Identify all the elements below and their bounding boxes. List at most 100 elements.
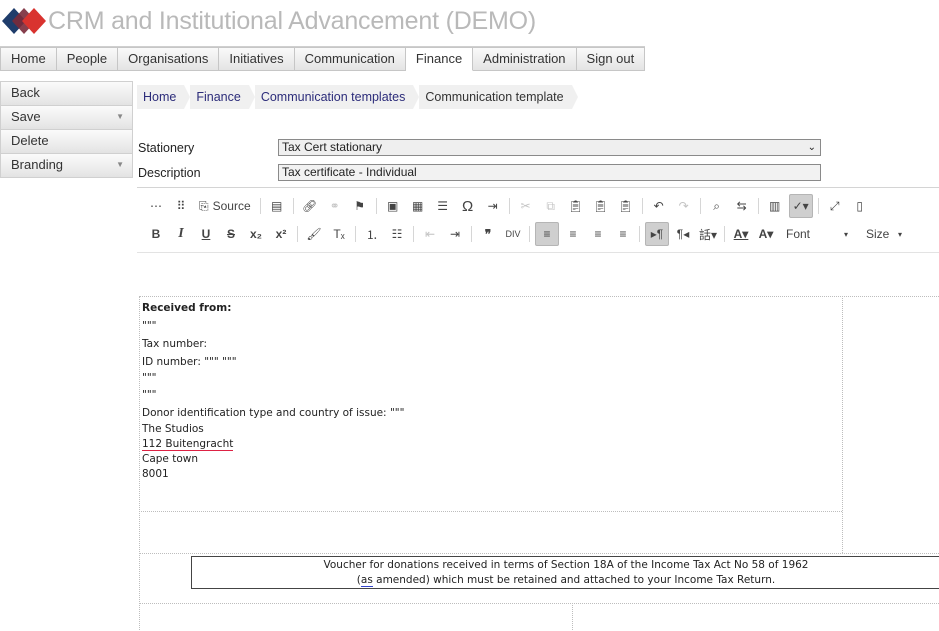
find-icon[interactable]: ⌕	[706, 195, 728, 217]
breadcrumb-home[interactable]: Home	[137, 85, 191, 109]
anchor-flag-icon[interactable]: ⚑	[349, 195, 371, 217]
tab-sign-out[interactable]: Sign out	[576, 47, 646, 71]
toolbar-separator	[471, 226, 472, 242]
placeholder-field: """	[142, 389, 157, 401]
unlink-icon[interactable]: ⚭	[324, 195, 346, 217]
copy-format-icon[interactable]: 🖌︎	[303, 223, 325, 245]
chevron-down-icon: ▾	[844, 229, 849, 239]
redo-icon[interactable]: ↷	[673, 195, 695, 217]
toolbar-separator	[699, 198, 701, 214]
align-right-icon[interactable]: ≡	[587, 223, 609, 245]
address-line: The Studios	[142, 423, 204, 435]
numbered-list-icon[interactable]: ⒈	[361, 223, 383, 245]
address-line: 8001	[142, 468, 169, 480]
superscript-icon[interactable]: x²	[270, 223, 292, 245]
omega-icon[interactable]: Ω	[457, 195, 479, 217]
source-button[interactable]: ⎘ Source	[195, 195, 255, 217]
undo-icon[interactable]: ↶	[648, 195, 670, 217]
branding-button[interactable]: Branding ▼	[0, 154, 133, 178]
donor-identification-line: Donor identification type and country of…	[142, 407, 404, 419]
id-number-line: ID number: """ """	[142, 356, 237, 368]
table-border	[139, 511, 842, 512]
align-justify-icon[interactable]: ≡	[612, 223, 634, 245]
logo-icon	[2, 8, 46, 34]
tab-home[interactable]: Home	[0, 47, 57, 71]
dots-icon[interactable]: ⋯	[145, 195, 167, 217]
size-dropdown[interactable]: Size ▾	[866, 227, 910, 241]
delete-label: Delete	[11, 133, 49, 148]
strikethrough-icon[interactable]: S	[220, 223, 242, 245]
copy-icon[interactable]: ⧉	[540, 195, 562, 217]
tab-administration[interactable]: Administration	[473, 47, 577, 71]
delete-button[interactable]: Delete	[0, 130, 133, 154]
text-direction-ltr-icon[interactable]: ▸¶	[645, 222, 669, 246]
select-all-icon[interactable]: ▥	[764, 195, 786, 217]
maximize-icon[interactable]: ⤢	[824, 195, 846, 217]
paste-text-icon[interactable]: 📋︎	[590, 195, 612, 217]
blockquote-icon[interactable]: ❞	[477, 223, 499, 245]
font-dropdown[interactable]: Font ▾	[786, 227, 858, 241]
link-icon[interactable]: 🔗︎	[299, 195, 321, 217]
tab-people[interactable]: People	[56, 47, 119, 71]
tab-finance[interactable]: Finance	[405, 47, 474, 71]
chevron-down-icon: ⌄	[807, 142, 816, 153]
background-color-icon[interactable]: A▾	[755, 223, 777, 245]
blocks-icon[interactable]: ⠿	[170, 195, 192, 217]
description-input[interactable]: Tax certificate - Individual	[278, 164, 821, 181]
tab-organisations[interactable]: Organisations	[118, 47, 220, 71]
horizontal-line-icon[interactable]: ☰	[432, 195, 454, 217]
outdent-icon[interactable]: ⇤	[419, 223, 441, 245]
voucher-line-1: Voucher for donations received in terms …	[323, 559, 809, 571]
tax-number-label: Tax number:	[142, 338, 207, 350]
id-number-placeholder: """ """	[204, 356, 237, 368]
toolbar-separator	[529, 226, 530, 242]
back-button[interactable]: Back	[0, 81, 133, 106]
bulleted-list-icon[interactable]: ☷	[386, 223, 408, 245]
caret-down-icon: ▼	[116, 112, 124, 121]
tab-communication[interactable]: Communication	[294, 47, 406, 71]
table-border	[139, 296, 140, 630]
voucher-box: Voucher for donations received in terms …	[191, 556, 939, 589]
toolbar-separator	[259, 198, 261, 214]
received-from-heading: Received from:	[142, 302, 232, 314]
text-direction-rtl-icon[interactable]: ¶◂	[672, 223, 694, 245]
toolbar-separator	[297, 226, 298, 242]
italic-icon[interactable]: I	[170, 223, 192, 245]
underline-icon[interactable]: U	[195, 223, 217, 245]
save-button[interactable]: Save ▼	[0, 106, 133, 130]
size-label: Size	[866, 227, 890, 241]
branding-label: Branding	[11, 157, 64, 172]
bold-icon[interactable]: B	[145, 223, 167, 245]
cut-icon[interactable]: ✂	[515, 195, 537, 217]
breadcrumb-finance[interactable]: Finance	[190, 85, 256, 109]
paste-icon[interactable]: 📋︎	[565, 195, 587, 217]
indent-icon[interactable]: ⇥	[444, 223, 466, 245]
page-break-icon[interactable]: ⇥	[482, 195, 504, 217]
language-icon[interactable]: 話▾	[697, 223, 719, 245]
table-border	[139, 553, 939, 554]
table-icon[interactable]: ▦	[407, 195, 429, 217]
address-line-text: 112 Buitengracht	[142, 438, 234, 451]
breadcrumb-communication-templates[interactable]: Communication templates	[254, 85, 419, 109]
toolbar-separator	[413, 226, 414, 242]
create-div-icon[interactable]: DIV	[502, 223, 524, 245]
spellcheck-icon[interactable]: ✓▾	[788, 194, 813, 218]
editor-divider	[137, 187, 939, 188]
align-left-icon[interactable]: ≡	[535, 222, 559, 246]
subscript-icon[interactable]: x₂	[245, 223, 267, 245]
stationery-select[interactable]: Tax Cert stationary ⌄	[278, 139, 821, 156]
image-icon[interactable]: ▣	[382, 195, 404, 217]
show-blocks-icon[interactable]: ▯	[849, 195, 871, 217]
document-icon[interactable]: ▤	[266, 195, 288, 217]
source-icon: ⎘	[199, 198, 209, 213]
remove-format-icon[interactable]: Tₓ	[328, 223, 350, 245]
tab-initiatives[interactable]: Initiatives	[219, 47, 295, 71]
save-label: Save	[11, 109, 41, 124]
toolbar-separator	[641, 198, 643, 214]
id-number-label: ID number:	[142, 356, 201, 368]
text-color-icon[interactable]: A▾	[730, 223, 752, 245]
paste-word-icon[interactable]: 📋︎	[615, 195, 637, 217]
toolbar-separator	[508, 198, 510, 214]
replace-icon[interactable]: ⇆	[731, 195, 753, 217]
align-center-icon[interactable]: ≡	[562, 223, 584, 245]
